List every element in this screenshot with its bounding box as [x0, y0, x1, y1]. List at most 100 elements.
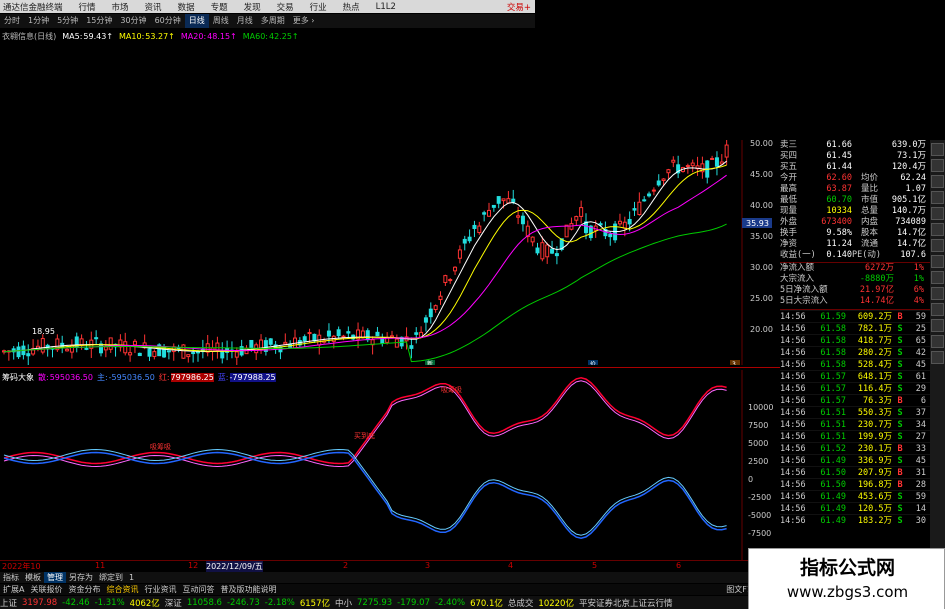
- toolbar-icon-10[interactable]: [931, 287, 944, 300]
- quote-value2: 14.7亿: [897, 239, 926, 249]
- toolbar-icon-5[interactable]: [931, 207, 944, 220]
- candle: [496, 196, 501, 204]
- candle: [724, 144, 729, 158]
- toolbar-icon-13[interactable]: [931, 335, 944, 348]
- period-fenshi[interactable]: 分时: [0, 14, 24, 28]
- quote-row: 最低 60.70 市值 905.1亿: [780, 195, 930, 206]
- toolbar-icon-9[interactable]: [931, 271, 944, 284]
- toolbar-icon-2[interactable]: [931, 159, 944, 172]
- toolbar-icon-7[interactable]: [931, 239, 944, 252]
- tick-time: 14:56: [780, 432, 806, 442]
- tick-time: 14:56: [780, 372, 806, 382]
- tick-count: 30: [915, 516, 926, 526]
- quote-value: 10334: [826, 206, 852, 216]
- period-more[interactable]: 更多 ›: [289, 14, 319, 28]
- indicator-chart[interactable]: 100007500500025000-2500-5000-7500-10000 …: [0, 370, 780, 560]
- status-item: 总成交: [507, 598, 534, 609]
- toolbar-icon-14[interactable]: [931, 351, 944, 364]
- quote-label2: [852, 151, 880, 162]
- trade-button[interactable]: 交易+: [507, 1, 531, 13]
- candle: [656, 180, 661, 186]
- tab-kuozhan[interactable]: 扩展A: [0, 584, 27, 595]
- candle: [579, 207, 584, 217]
- tab-1[interactable]: 1: [126, 573, 137, 582]
- tick-count: 59: [915, 492, 926, 502]
- candle: [443, 275, 448, 283]
- candlestick-chart[interactable]: 50.00 45.00 40.00 35.00 30.00 25.00 20.00 35.9…: [0, 140, 780, 365]
- tick-direction: B: [897, 480, 903, 490]
- menu-hangye[interactable]: 行业: [310, 1, 327, 13]
- period-weekly[interactable]: 周线: [209, 14, 233, 28]
- toolbar-icon-11[interactable]: [931, 303, 944, 316]
- tick-direction: S: [897, 324, 903, 334]
- tab-lingcunwei[interactable]: 另存为: [66, 572, 96, 583]
- candle: [375, 331, 380, 337]
- menu-shuju[interactable]: 数据: [178, 1, 195, 13]
- tick-time: 14:56: [780, 408, 806, 418]
- quote-label2: 量比: [860, 184, 878, 194]
- candle: [690, 162, 695, 167]
- tick-volume: 280.2万: [857, 348, 892, 358]
- period-30min[interactable]: 30分钟: [116, 14, 150, 28]
- period-60min[interactable]: 60分钟: [151, 14, 185, 28]
- tick-direction: B: [897, 312, 903, 322]
- tick-time: 14:56: [780, 384, 806, 394]
- tick-direction: S: [897, 456, 903, 466]
- tick-direction: S: [897, 372, 903, 382]
- menu-l1l2[interactable]: L1L2: [376, 2, 396, 12]
- candle: [453, 266, 458, 272]
- toolbar-icon-8[interactable]: [931, 255, 944, 268]
- tab-zonghe[interactable]: 综合资讯: [103, 584, 141, 595]
- candle: [477, 225, 482, 234]
- menu-jiaoyi[interactable]: 交易: [277, 1, 294, 13]
- tick-count: 61: [915, 372, 926, 382]
- candle: [302, 336, 307, 342]
- candle: [550, 248, 555, 254]
- tick-price: 61.52: [820, 444, 846, 454]
- candle: [535, 247, 540, 254]
- tick-row: 14:56 61.52 230.1万 B 33: [780, 442, 930, 454]
- menu-zhuanti[interactable]: 专题: [211, 1, 228, 13]
- period-15min[interactable]: 15分钟: [82, 14, 116, 28]
- menu-shichang[interactable]: 市场: [112, 1, 129, 13]
- menu-faxian[interactable]: 发现: [244, 1, 261, 13]
- tab-guanli[interactable]: 管理: [44, 572, 66, 583]
- toolbar-icon-6[interactable]: [931, 223, 944, 236]
- toolbar-icon-4[interactable]: [931, 191, 944, 204]
- menu-redian[interactable]: 热点: [343, 1, 360, 13]
- tab-hudong[interactable]: 互动问答: [179, 584, 217, 595]
- period-daily[interactable]: 日线: [184, 14, 209, 28]
- ma5-name: MA5:: [62, 31, 83, 41]
- tab-zhibiao[interactable]: 指标: [0, 572, 22, 583]
- toolbar-icon-1[interactable]: [931, 143, 944, 156]
- tab-moban[interactable]: 模板: [22, 572, 44, 583]
- price-axis-label: 25.00: [750, 294, 773, 303]
- candle: [312, 333, 317, 342]
- quote-value2: 14.7亿: [897, 228, 926, 238]
- period-monthly[interactable]: 月线: [233, 14, 257, 28]
- period-multi[interactable]: 多周期: [257, 14, 289, 28]
- candle: [147, 348, 152, 357]
- tab-bangding[interactable]: 绑定到: [96, 572, 126, 583]
- quote-value: 60.70: [826, 195, 852, 205]
- menu-hangqing[interactable]: 行情: [79, 1, 96, 13]
- tick-volume: 183.2万: [857, 516, 892, 526]
- tick-row: 14:56 61.57 116.4万 S 29: [780, 382, 930, 394]
- flow-label: 大宗流入: [780, 274, 815, 284]
- tick-time: 14:56: [780, 324, 806, 334]
- tick-volume: 648.1万: [857, 372, 892, 382]
- candle: [506, 198, 511, 204]
- period-1min[interactable]: 1分钟: [24, 14, 53, 28]
- tab-zijin[interactable]: 资金分布: [65, 584, 103, 595]
- flow-label: 5日大宗流入: [780, 296, 828, 306]
- tab-guanlian[interactable]: 关联报价: [27, 584, 65, 595]
- toolbar-icon-12[interactable]: [931, 319, 944, 332]
- price-axis-label: 40.00: [750, 201, 773, 210]
- tab-hangye[interactable]: 行业资讯: [141, 584, 179, 595]
- toolbar-icon-3[interactable]: [931, 175, 944, 188]
- quote-value: 0.140: [826, 250, 852, 260]
- period-5min[interactable]: 5分钟: [53, 14, 82, 28]
- tick-row: 14:56 61.51 230.7万 S 34: [780, 418, 930, 430]
- tab-puji[interactable]: 普及版功能说明: [217, 584, 279, 595]
- menu-zixun[interactable]: 资讯: [145, 1, 162, 13]
